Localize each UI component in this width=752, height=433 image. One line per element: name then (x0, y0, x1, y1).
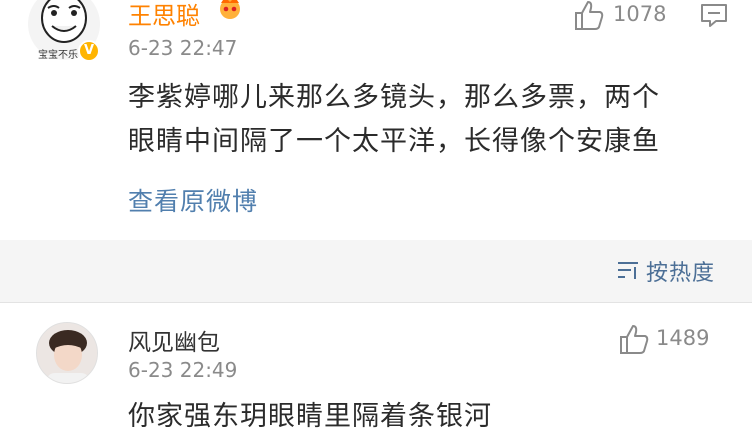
thumbs-up-icon[interactable] (572, 0, 606, 32)
thumbs-up-icon[interactable] (617, 322, 651, 356)
comment-content: 你家强东玥眼睛里隔着条银河 (128, 401, 492, 432)
comment-username[interactable]: 王思聪 (128, 0, 200, 31)
avatar-caption: 宝宝不乐 (38, 50, 78, 61)
sort-by-hot-button[interactable]: 按热度 (646, 255, 715, 287)
sort-icon[interactable] (616, 259, 640, 281)
boy-avatar-icon (37, 323, 97, 383)
comment-content: 李紫婷哪儿来那么多镜头，那么多票，两个 眼睛中间隔了一个太平洋，长得像个安康鱼 (128, 76, 728, 164)
view-original-link[interactable]: 查看原微博 (128, 182, 258, 218)
comment-line: 李紫婷哪儿来那么多镜头，那么多票，两个 (128, 82, 660, 113)
verified-badge-icon: V (78, 40, 100, 62)
comment-line: 眼睛中间隔了一个太平洋，长得像个安康鱼 (128, 126, 660, 157)
crown-icon (220, 0, 240, 19)
user-avatar[interactable] (36, 322, 98, 384)
reply-icon[interactable] (700, 3, 728, 29)
like-count: 1078 (613, 2, 667, 26)
comment-timestamp: 6-23 22:47 (128, 36, 238, 60)
comment-username[interactable]: 风见幽包 (128, 323, 220, 357)
like-count: 1489 (656, 326, 710, 350)
comment-timestamp: 6-23 22:49 (128, 358, 238, 382)
